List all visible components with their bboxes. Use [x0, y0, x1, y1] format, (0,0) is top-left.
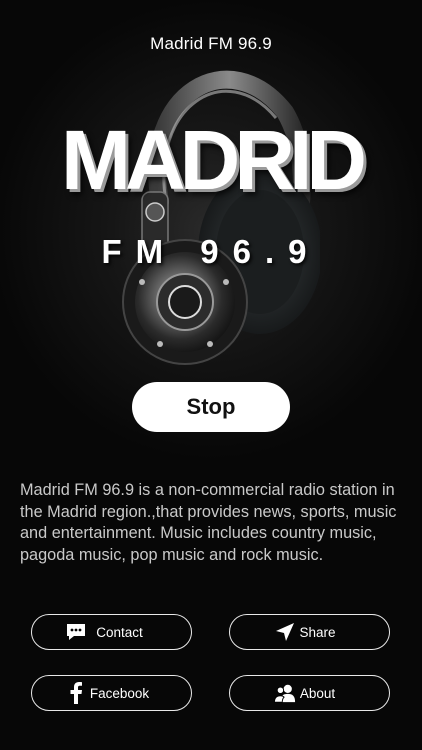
about-button[interactable]: About	[229, 675, 390, 711]
share-button[interactable]: Share	[229, 614, 390, 650]
stop-button[interactable]: Stop	[132, 382, 290, 432]
app-title: Madrid FM 96.9	[150, 34, 272, 53]
share-label: Share	[299, 624, 336, 640]
logo-frequency: FM 96.9	[101, 233, 321, 270]
facebook-label: Facebook	[89, 685, 150, 701]
about-label: About	[299, 685, 336, 701]
contact-label: Contact	[96, 624, 143, 640]
facebook-button[interactable]: Facebook	[31, 675, 192, 711]
contact-button[interactable]: Contact	[31, 614, 192, 650]
headphones-image	[122, 70, 320, 365]
station-description: Madrid FM 96.9 is a non-commercial radio…	[20, 481, 397, 564]
logo-wordmark: MADRID	[61, 113, 367, 207]
